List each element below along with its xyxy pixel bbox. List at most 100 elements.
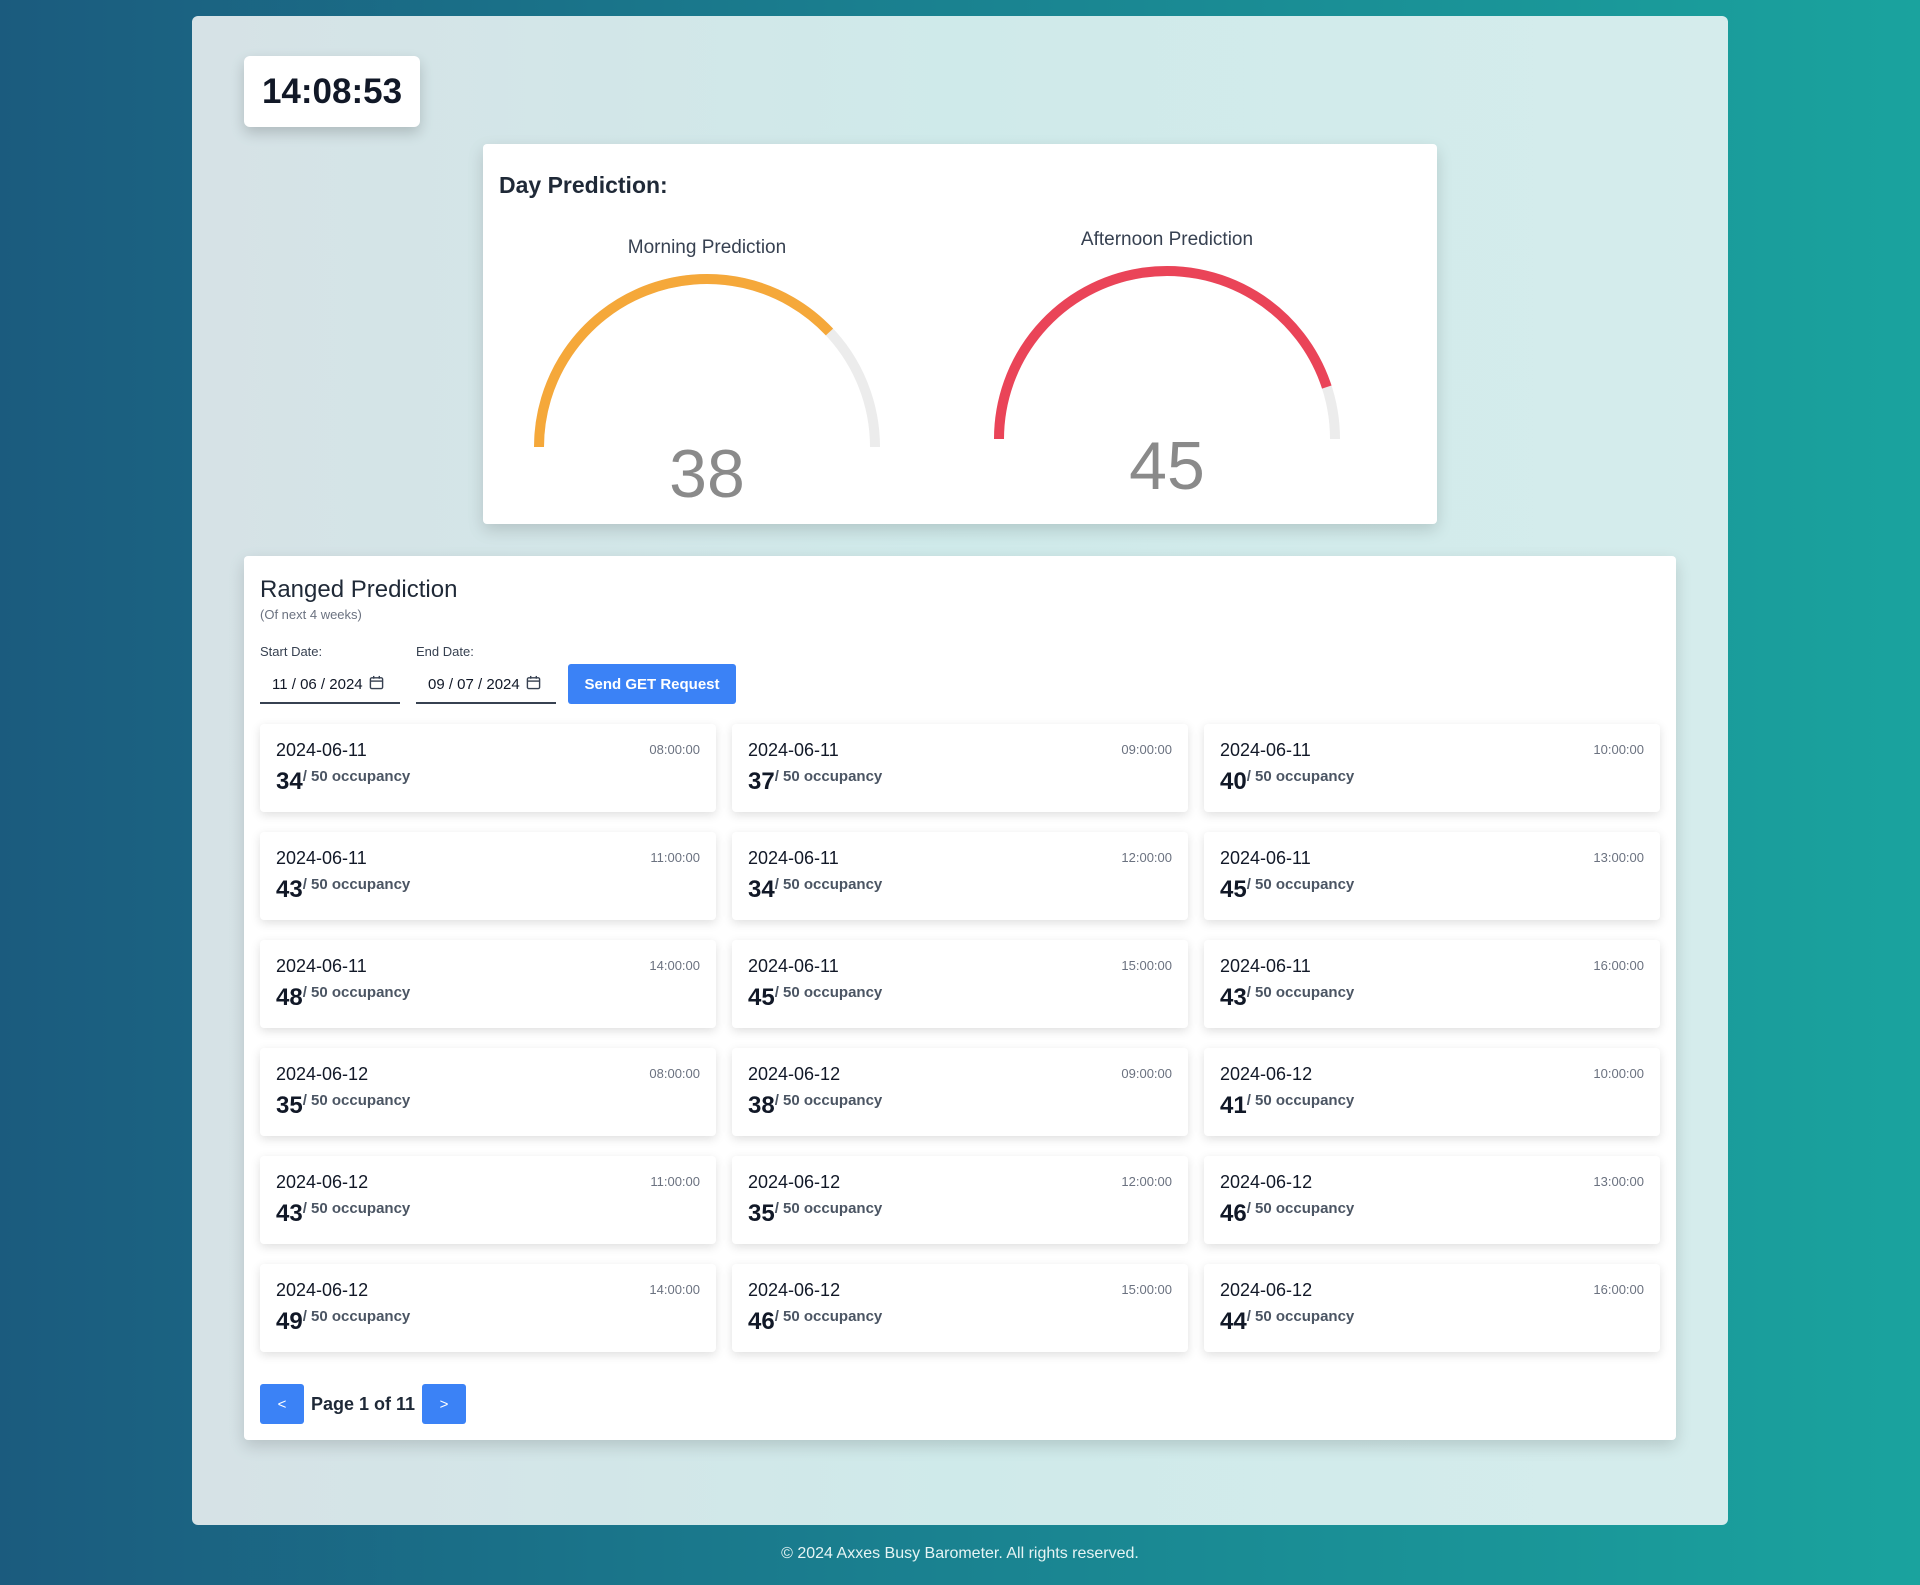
slot-capacity: / 50 occupancy (302, 1092, 411, 1109)
slot-capacity: / 50 occupancy (774, 768, 883, 785)
slot-occupancy: 44/ 50 occupancy (1220, 1308, 1354, 1336)
slot-grid: 2024-06-11 08:00:00 34/ 50 occupancy 2024-0… (260, 724, 1660, 1352)
slot-date: 2024-06-11 (1220, 740, 1311, 760)
afternoon-gauge-track (994, 266, 1340, 440)
slot-occupancy-value: 43 (276, 1200, 303, 1227)
slot-time: 16:00:00 (1593, 958, 1644, 973)
slot-card: 2024-06-12 14:00:00 49/ 50 occupancy (260, 1264, 716, 1352)
slot-time: 12:00:00 (1121, 850, 1172, 865)
slot-capacity: / 50 occupancy (1246, 1308, 1355, 1325)
slot-card: 2024-06-11 09:00:00 37/ 50 occupancy (732, 724, 1188, 812)
slot-date: 2024-06-11 (748, 848, 839, 868)
send-get-request-button[interactable]: Send GET Request (568, 664, 736, 704)
slot-occupancy: 35/ 50 occupancy (276, 1092, 410, 1120)
slot-date: 2024-06-11 (276, 740, 367, 760)
slot-card: 2024-06-11 14:00:00 48/ 50 occupancy (260, 940, 716, 1028)
slot-capacity: / 50 occupancy (774, 984, 883, 1001)
slot-card: 2024-06-12 11:00:00 43/ 50 occupancy (260, 1156, 716, 1244)
slot-card: 2024-06-11 13:00:00 45/ 50 occupancy (1204, 832, 1660, 920)
clock: 14:08:53 (244, 56, 420, 127)
slot-occupancy: 43/ 50 occupancy (276, 1200, 410, 1228)
slot-occupancy-value: 46 (1220, 1200, 1247, 1227)
slot-occupancy: 41/ 50 occupancy (1220, 1092, 1354, 1120)
slot-card: 2024-06-12 08:00:00 35/ 50 occupancy (260, 1048, 716, 1136)
slot-occupancy-value: 38 (748, 1092, 775, 1119)
slot-occupancy: 48/ 50 occupancy (276, 984, 410, 1012)
afternoon-gauge-value: 45 (1129, 428, 1205, 504)
end-date-input[interactable]: 09 / 07 / 2024 (416, 666, 556, 704)
slot-time: 15:00:00 (1121, 958, 1172, 973)
slot-occupancy-value: 46 (748, 1308, 775, 1335)
slot-capacity: / 50 occupancy (774, 1200, 883, 1217)
slot-date: 2024-06-12 (1220, 1064, 1313, 1084)
slot-card: 2024-06-12 12:00:00 35/ 50 occupancy (732, 1156, 1188, 1244)
slot-card: 2024-06-11 16:00:00 43/ 50 occupancy (1204, 940, 1660, 1028)
slot-occupancy-value: 37 (748, 768, 775, 795)
slot-occupancy-value: 35 (276, 1092, 303, 1119)
slot-capacity: / 50 occupancy (302, 1200, 411, 1217)
slot-card: 2024-06-11 10:00:00 40/ 50 occupancy (1204, 724, 1660, 812)
slot-card: 2024-06-12 15:00:00 46/ 50 occupancy (732, 1264, 1188, 1352)
slot-occupancy-value: 35 (748, 1200, 775, 1227)
slot-time: 09:00:00 (1121, 742, 1172, 757)
morning-gauge-label: Morning Prediction (627, 237, 787, 258)
slot-date: 2024-06-12 (1220, 1280, 1313, 1300)
slot-capacity: / 50 occupancy (774, 876, 883, 893)
slot-date: 2024-06-12 (1220, 1172, 1313, 1192)
slot-occupancy-value: 43 (1220, 984, 1247, 1011)
slot-date: 2024-06-12 (748, 1172, 841, 1192)
slot-occupancy-value: 43 (276, 876, 303, 903)
slot-time: 12:00:00 (1121, 1174, 1172, 1189)
slot-occupancy-value: 41 (1220, 1092, 1247, 1119)
slot-date: 2024-06-12 (748, 1280, 841, 1300)
slot-occupancy: 34/ 50 occupancy (276, 768, 410, 796)
slot-capacity: / 50 occupancy (1246, 768, 1355, 785)
slot-capacity: / 50 occupancy (302, 876, 411, 893)
slot-date: 2024-06-11 (276, 848, 367, 868)
slot-capacity: / 50 occupancy (302, 1308, 411, 1325)
calendar-icon[interactable] (369, 675, 384, 693)
slot-capacity: / 50 occupancy (1246, 1092, 1355, 1109)
end-date-label: End Date: (416, 644, 474, 659)
slot-time: 10:00:00 (1593, 1066, 1644, 1081)
calendar-icon[interactable] (526, 675, 541, 693)
slot-time: 11:00:00 (650, 850, 700, 865)
ranged-prediction-title: Ranged Prediction (260, 576, 458, 603)
slot-capacity: / 50 occupancy (774, 1308, 883, 1325)
start-date-value: 11 / 06 / 2024 (272, 675, 363, 693)
slot-occupancy-value: 45 (1220, 876, 1247, 903)
slot-time: 08:00:00 (649, 1066, 700, 1081)
slot-occupancy: 46/ 50 occupancy (1220, 1200, 1354, 1228)
slot-time: 11:00:00 (650, 1174, 700, 1189)
end-date-value: 09 / 07 / 2024 (428, 675, 520, 693)
next-page-button[interactable]: > (422, 1384, 467, 1424)
slot-occupancy: 35/ 50 occupancy (748, 1200, 882, 1228)
slot-time: 14:00:00 (649, 1282, 700, 1297)
main-panel: 14:08:53 Day Prediction: Morning Predict… (192, 16, 1728, 1525)
slot-occupancy-value: 34 (276, 768, 303, 795)
slot-date: 2024-06-12 (748, 1064, 841, 1084)
slot-occupancy-value: 48 (276, 984, 303, 1011)
prev-page-button[interactable]: < (260, 1384, 304, 1424)
slot-card: 2024-06-12 13:00:00 46/ 50 occupancy (1204, 1156, 1660, 1244)
slot-occupancy: 40/ 50 occupancy (1220, 768, 1354, 796)
slot-time: 09:00:00 (1121, 1066, 1172, 1081)
day-prediction-title: Day Prediction: (499, 172, 668, 198)
slot-date: 2024-06-11 (1220, 956, 1311, 976)
slot-time: 14:00:00 (649, 958, 700, 973)
slot-capacity: / 50 occupancy (774, 1092, 883, 1109)
slot-occupancy: 49/ 50 occupancy (276, 1308, 410, 1336)
slot-card: 2024-06-12 09:00:00 38/ 50 occupancy (732, 1048, 1188, 1136)
slot-card: 2024-06-11 12:00:00 34/ 50 occupancy (732, 832, 1188, 920)
slot-date: 2024-06-12 (276, 1280, 369, 1300)
slot-occupancy-value: 45 (748, 984, 775, 1011)
afternoon-gauge-label: Afternoon Prediction (1080, 229, 1254, 250)
slot-occupancy: 45/ 50 occupancy (748, 984, 882, 1012)
start-date-label: Start Date: (260, 644, 323, 659)
slot-card: 2024-06-11 08:00:00 34/ 50 occupancy (260, 724, 716, 812)
slot-capacity: / 50 occupancy (1246, 876, 1355, 893)
slot-card: 2024-06-12 16:00:00 44/ 50 occupancy (1204, 1264, 1660, 1352)
slot-card: 2024-06-11 15:00:00 45/ 50 occupancy (732, 940, 1188, 1028)
start-date-input[interactable]: 11 / 06 / 2024 (260, 666, 400, 704)
slot-date: 2024-06-12 (276, 1064, 369, 1084)
